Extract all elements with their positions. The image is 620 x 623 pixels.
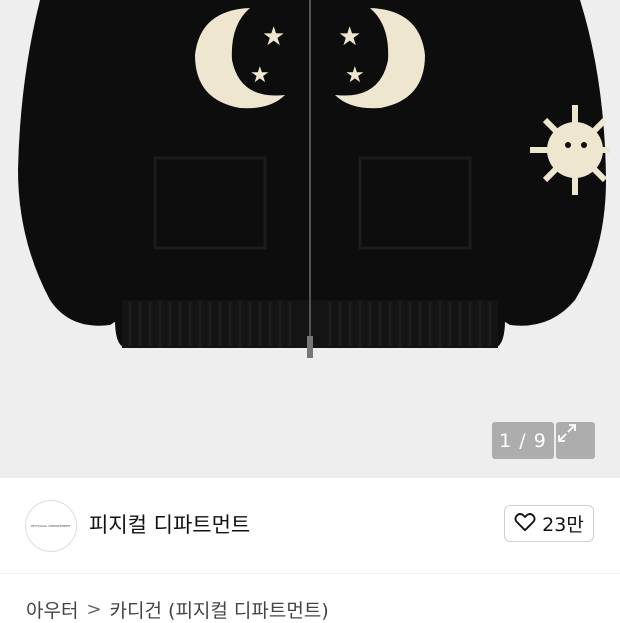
divider <box>0 573 620 574</box>
store-info: PHYSICAL DEPARTMENT 피지컬 디파트먼트 23만 <box>0 478 620 573</box>
like-count: 23만 <box>542 514 584 536</box>
breadcrumb-item-cardigan[interactable]: 카디건 (피지컬 디파트먼트) <box>110 596 329 623</box>
breadcrumb-item-outer[interactable]: 아우터 <box>26 596 78 623</box>
heart-outline-icon <box>514 512 536 536</box>
store-avatar[interactable]: PHYSICAL DEPARTMENT <box>25 500 77 552</box>
product-image-gallery[interactable]: ★ ★ ★ ★ 1 / 9 <box>0 0 620 478</box>
store-name[interactable]: 피지컬 디파트먼트 <box>89 509 250 539</box>
store-logo-text: PHYSICAL DEPARTMENT <box>31 524 71 528</box>
expand-button[interactable] <box>556 422 595 459</box>
breadcrumb: 아우터 > 카디건 (피지컬 디파트먼트) <box>26 596 329 623</box>
image-counter: 1 / 9 <box>492 422 554 459</box>
like-button[interactable]: 23만 <box>504 505 594 542</box>
product-image: ★ ★ ★ ★ <box>18 0 610 358</box>
svg-text:★: ★ <box>262 22 285 52</box>
svg-text:★: ★ <box>345 63 365 88</box>
chevron-right-icon: > <box>86 599 102 620</box>
svg-text:★: ★ <box>250 63 270 88</box>
svg-text:★: ★ <box>338 22 361 52</box>
